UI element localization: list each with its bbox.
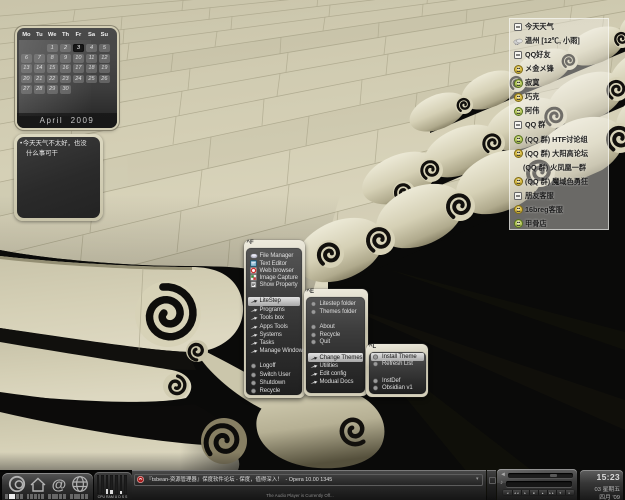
svg-text:@: @ [52,477,67,494]
